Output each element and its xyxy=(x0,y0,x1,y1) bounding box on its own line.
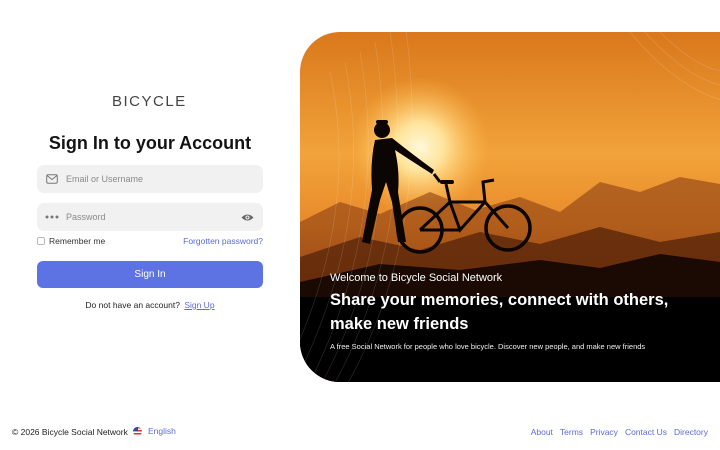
footer-link-privacy[interactable]: Privacy xyxy=(590,427,618,437)
hero-title: Share your memories, connect with others… xyxy=(330,291,669,333)
eye-icon[interactable] xyxy=(235,203,259,231)
footer: © 2026 Bicycle Social Network English Ab… xyxy=(0,425,720,441)
hero-banner: Welcome to Bicycle Social Network Share … xyxy=(300,32,720,382)
copyright: © 2026 Bicycle Social Network xyxy=(12,427,128,437)
footer-link-contact[interactable]: Contact Us xyxy=(625,427,667,437)
sign-in-button[interactable]: Sign In xyxy=(37,261,263,288)
hero-text: Welcome to Bicycle Social Network Share … xyxy=(330,272,710,351)
language-selector[interactable]: English xyxy=(133,426,176,436)
email-input[interactable] xyxy=(66,174,263,184)
remember-checkbox[interactable] xyxy=(37,237,45,245)
sign-up-link[interactable]: Sign Up xyxy=(184,300,214,310)
language-label: English xyxy=(148,426,176,436)
email-field-wrapper xyxy=(37,165,263,193)
password-input[interactable] xyxy=(66,212,235,222)
remember-me[interactable]: Remember me xyxy=(37,236,105,246)
signup-prompt: Do not have an account? Sign Up xyxy=(0,300,300,310)
no-account-text: Do not have an account? xyxy=(85,300,180,310)
logo: BICYCLE xyxy=(112,92,188,110)
mail-icon xyxy=(38,165,66,193)
footer-link-about[interactable]: About xyxy=(531,427,553,437)
login-panel: BICYCLE Sign In to your Account Remember… xyxy=(0,0,300,410)
forgot-password-link[interactable]: Forgotten password? xyxy=(183,236,263,246)
footer-link-terms[interactable]: Terms xyxy=(560,427,583,437)
password-dots-icon xyxy=(38,203,66,231)
hero-subtitle: A free Social Network for people who lov… xyxy=(330,342,646,351)
hero-welcome: Welcome to Bicycle Social Network xyxy=(330,272,503,284)
us-flag-icon xyxy=(133,426,142,436)
footer-link-directory[interactable]: Directory xyxy=(674,427,708,437)
page-title: Sign In to your Account xyxy=(48,133,252,153)
footer-links: About Terms Privacy Contact Us Directory xyxy=(531,427,708,437)
password-field-wrapper xyxy=(37,203,263,231)
remember-label: Remember me xyxy=(49,236,106,246)
logo-text: BICYCLE xyxy=(112,92,187,110)
